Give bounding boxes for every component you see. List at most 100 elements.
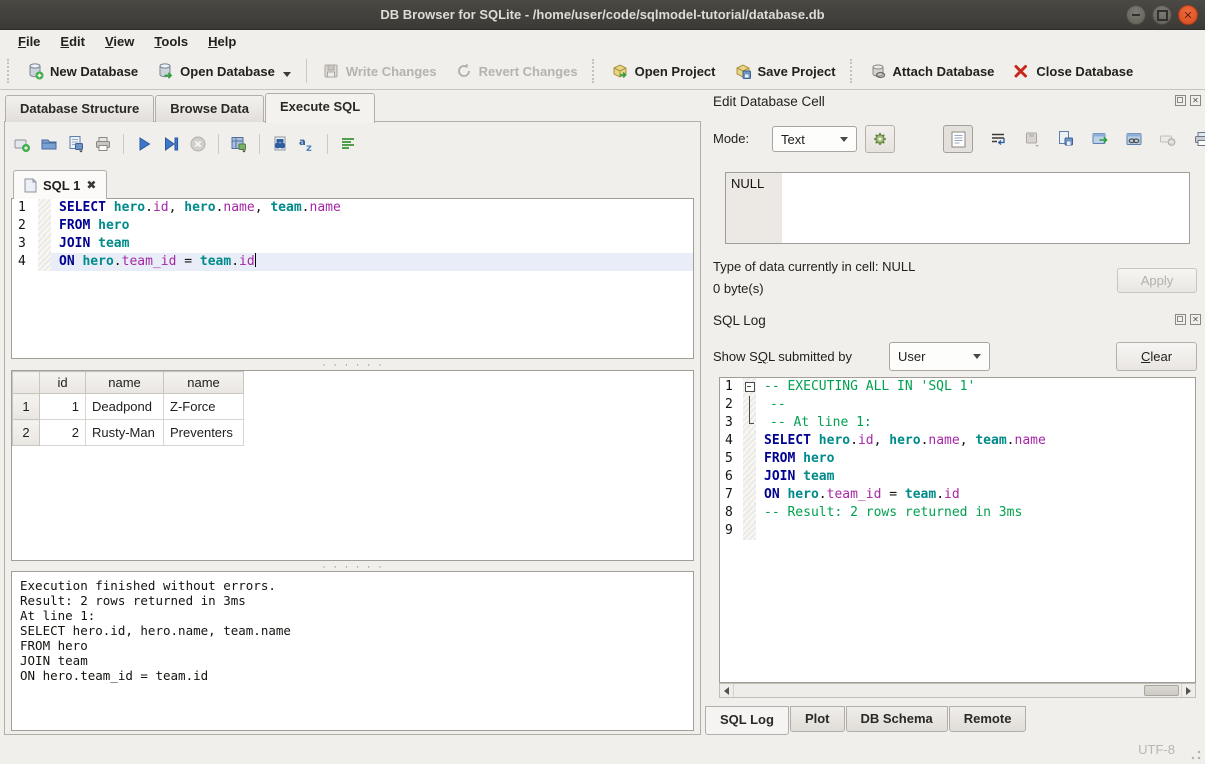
row-header[interactable]: 1 xyxy=(13,394,40,420)
code-line[interactable]: 2-- xyxy=(720,396,1195,414)
table-cell[interactable]: Preventers xyxy=(164,420,244,446)
sql-tab[interactable]: SQL 1 ✖ xyxy=(13,170,107,199)
menu-file[interactable]: File xyxy=(8,31,50,52)
revert-changes-label: Revert Changes xyxy=(479,64,578,79)
table-cell[interactable]: 2 xyxy=(40,420,86,446)
save-project-button[interactable]: Save Project xyxy=(725,57,845,85)
splitter-handle[interactable] xyxy=(11,562,694,571)
float-dock-icon[interactable] xyxy=(1175,314,1186,325)
save-results-icon[interactable] xyxy=(230,135,248,153)
export-cell-icon[interactable] xyxy=(1057,130,1075,148)
toolbar-grip[interactable] xyxy=(7,59,12,83)
menu-view[interactable]: View xyxy=(95,31,144,52)
mode-select[interactable]: Text xyxy=(772,126,857,152)
close-button[interactable] xyxy=(1178,5,1198,25)
tab-db-schema[interactable]: DB Schema xyxy=(846,706,948,732)
revert-changes-button[interactable]: Revert Changes xyxy=(446,57,587,85)
minimize-button[interactable] xyxy=(1126,5,1146,25)
toolbar-grip[interactable] xyxy=(850,59,855,83)
code-line[interactable]: 2FROM hero xyxy=(12,217,693,235)
import-cell-icon[interactable] xyxy=(1023,130,1041,148)
menu-edit[interactable]: Edit xyxy=(50,31,95,52)
tab-database-structure[interactable]: Database Structure xyxy=(5,95,154,122)
import-settings-button[interactable] xyxy=(865,125,895,153)
clear-button[interactable]: Clear xyxy=(1116,342,1197,371)
corner-header[interactable] xyxy=(13,372,40,394)
encoding-indicator[interactable]: UTF-8 xyxy=(1138,742,1175,757)
print-cell-icon[interactable] xyxy=(1193,130,1205,148)
open-project-button[interactable]: Open Project xyxy=(602,57,725,85)
submitted-by-select[interactable]: User xyxy=(889,342,990,371)
open-in-window-icon[interactable] xyxy=(1091,130,1109,148)
scroll-right-icon[interactable] xyxy=(1181,684,1195,697)
maximize-button[interactable] xyxy=(1152,5,1172,25)
sql-log-view[interactable]: 1-- EXECUTING ALL IN 'SQL 1'2--3-- At li… xyxy=(719,377,1196,683)
close-database-button[interactable]: Close Database xyxy=(1003,57,1142,85)
float-dock-icon[interactable] xyxy=(1175,95,1186,106)
close-dock-icon[interactable] xyxy=(1190,95,1201,106)
menu-tools[interactable]: Tools xyxy=(144,31,198,52)
scroll-left-icon[interactable] xyxy=(720,684,734,697)
row-header[interactable]: 2 xyxy=(13,420,40,446)
set-null-icon[interactable] xyxy=(1159,130,1177,148)
splitter-handle[interactable] xyxy=(11,360,694,369)
table-cell[interactable]: Rusty-Man xyxy=(86,420,164,446)
code-line[interactable]: 4SELECT hero.id, hero.name, team.name xyxy=(720,432,1195,450)
sql-tab-close-icon[interactable]: ✖ xyxy=(86,178,96,192)
write-changes-button[interactable]: Write Changes xyxy=(313,57,446,85)
stop-icon[interactable] xyxy=(189,135,207,153)
table-cell[interactable]: Deadpond xyxy=(86,394,164,420)
copy-link-icon[interactable] xyxy=(1125,130,1143,148)
toolbar-grip[interactable] xyxy=(592,59,597,83)
table-cell[interactable]: 1 xyxy=(40,394,86,420)
find-icon[interactable] xyxy=(271,135,289,153)
tab-execute-sql[interactable]: Execute SQL xyxy=(265,93,375,123)
code-line[interactable]: 6JOIN team xyxy=(720,468,1195,486)
tab-browse-data[interactable]: Browse Data xyxy=(155,95,264,122)
code-line[interactable]: 7ON hero.team_id = team.id xyxy=(720,486,1195,504)
column-header[interactable]: name xyxy=(86,372,164,394)
tab-plot[interactable]: Plot xyxy=(790,706,845,732)
code-line[interactable]: 4ON hero.team_id = team.id xyxy=(12,253,693,271)
execute-all-icon[interactable] xyxy=(135,135,153,153)
column-header[interactable]: name xyxy=(164,372,244,394)
word-wrap-icon[interactable] xyxy=(989,130,1007,148)
menu-help[interactable]: Help xyxy=(198,31,246,52)
text-mode-button[interactable] xyxy=(943,125,973,153)
code-line[interactable]: 1SELECT hero.id, hero.name, team.name xyxy=(12,199,693,217)
fold-marker-icon[interactable] xyxy=(743,378,756,396)
horizontal-scrollbar[interactable] xyxy=(719,683,1196,698)
open-database-dropdown-icon[interactable] xyxy=(283,72,291,77)
tab-sql-log[interactable]: SQL Log xyxy=(705,706,789,735)
apply-button[interactable]: Apply xyxy=(1117,268,1197,293)
scrollbar-thumb[interactable] xyxy=(1144,685,1179,696)
open-sql-file-icon[interactable] xyxy=(40,135,58,153)
new-database-button[interactable]: New Database xyxy=(17,57,147,85)
code-line[interactable]: 9 xyxy=(720,522,1195,540)
column-header[interactable]: id xyxy=(40,372,86,394)
code-line[interactable]: 8-- Result: 2 rows returned in 3ms xyxy=(720,504,1195,522)
titlebar[interactable]: DB Browser for SQLite - /home/user/code/… xyxy=(0,0,1205,30)
table-cell[interactable]: Z-Force xyxy=(164,394,244,420)
save-sql-file-icon[interactable] xyxy=(67,135,85,153)
open-sql-tab-icon[interactable] xyxy=(13,135,31,153)
sql-editor[interactable]: 1SELECT hero.id, hero.name, team.name2FR… xyxy=(11,198,694,359)
code-line[interactable]: 1-- EXECUTING ALL IN 'SQL 1' xyxy=(720,378,1195,396)
format-sql-icon[interactable] xyxy=(339,135,357,153)
execution-message[interactable]: Execution finished without errors.Result… xyxy=(11,571,694,731)
code-line[interactable]: 3JOIN team xyxy=(12,235,693,253)
print-sql-icon[interactable] xyxy=(94,135,112,153)
attach-database-button[interactable]: Attach Database xyxy=(860,57,1004,85)
execute-current-line-icon[interactable] xyxy=(162,135,180,153)
mode-label: Mode: xyxy=(713,131,749,146)
code-text: ON hero.team_id = team.id xyxy=(756,486,1195,504)
close-dock-icon[interactable] xyxy=(1190,314,1201,325)
open-database-button[interactable]: Open Database xyxy=(147,57,300,85)
code-line[interactable]: 3-- At line 1: xyxy=(720,414,1195,432)
cell-value-editor[interactable]: NULL xyxy=(725,172,1190,244)
code-line[interactable]: 5FROM hero xyxy=(720,450,1195,468)
menu-bar: File Edit View Tools Help xyxy=(0,30,1205,53)
autocomplete-icon[interactable]: az xyxy=(298,135,316,153)
tab-remote[interactable]: Remote xyxy=(949,706,1027,732)
resize-grip-icon[interactable] xyxy=(1190,749,1202,761)
